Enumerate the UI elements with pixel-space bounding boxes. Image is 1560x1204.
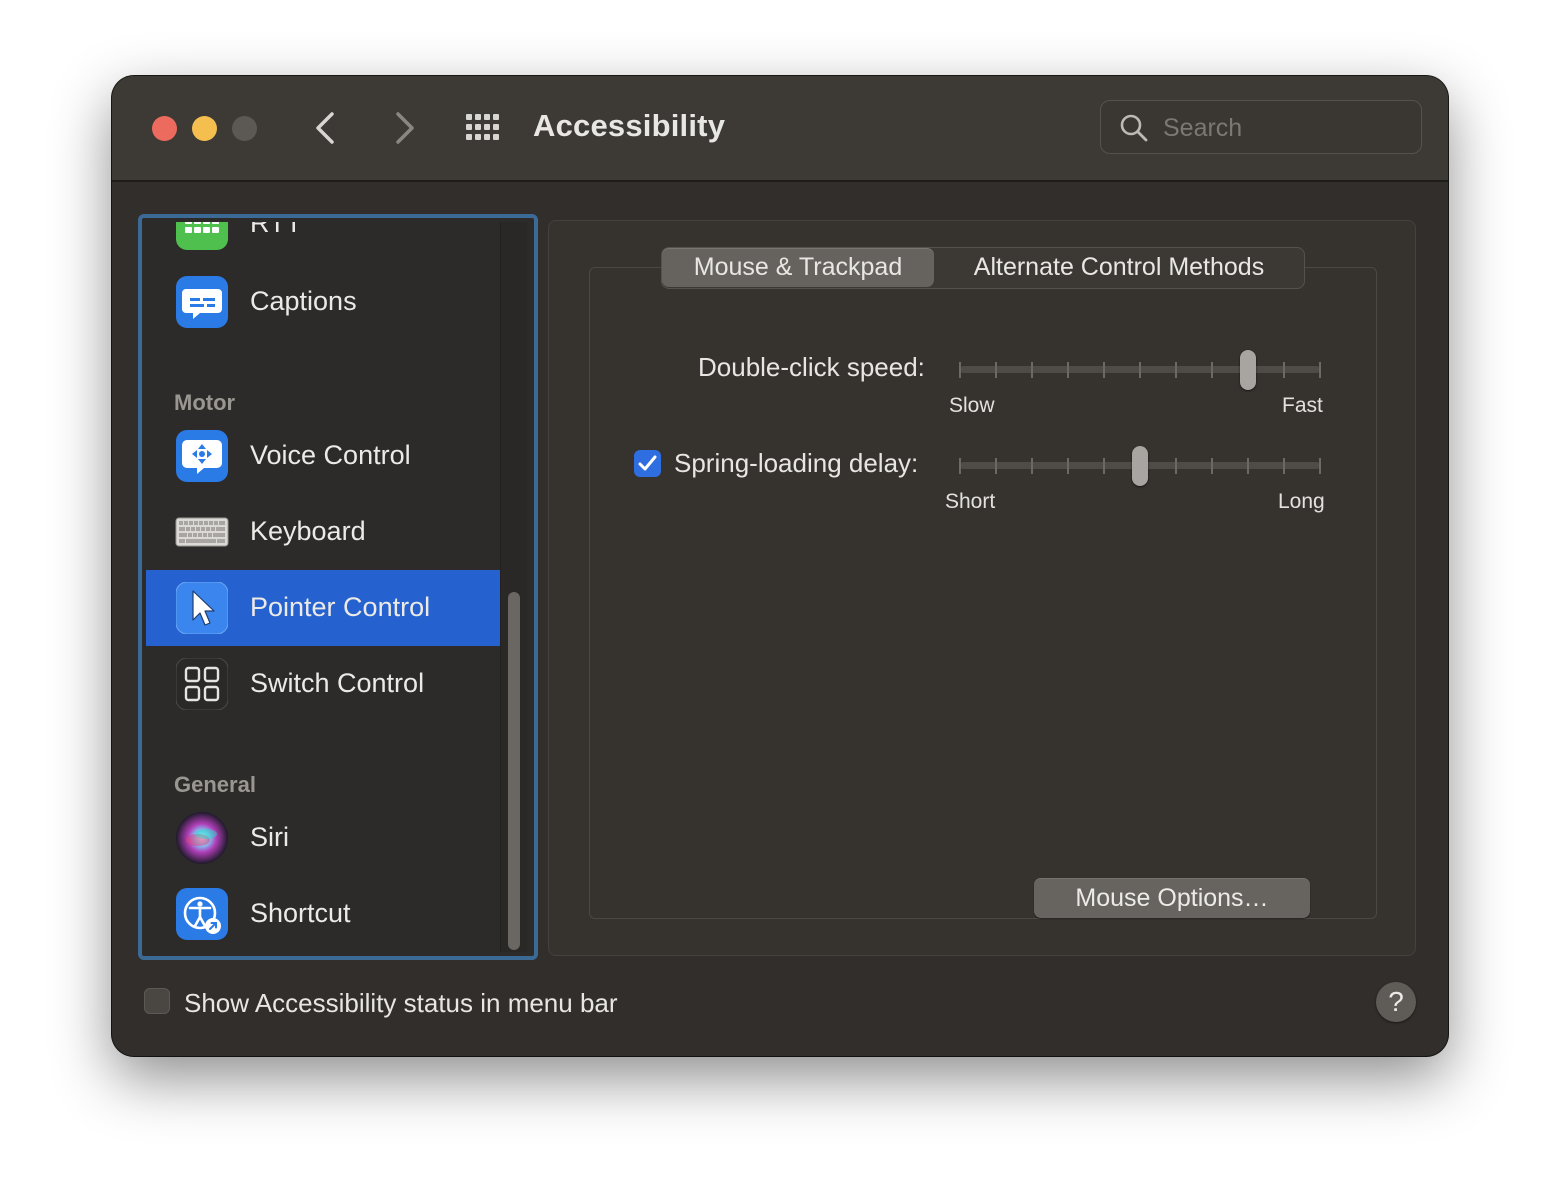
short-label: Short bbox=[945, 490, 996, 513]
grid-icon bbox=[466, 114, 499, 140]
sidebar-item-label: Keyboard bbox=[250, 516, 366, 546]
search-icon bbox=[1120, 114, 1148, 142]
title-bar: Accessibility Search bbox=[112, 76, 1448, 182]
sidebar-item-siri[interactable]: Siri bbox=[146, 800, 500, 876]
sidebar-item-label: Siri bbox=[250, 822, 289, 852]
section-header-motor: Motor bbox=[174, 390, 236, 415]
chevron-right-icon bbox=[396, 112, 414, 144]
slider-tick bbox=[1175, 458, 1177, 474]
slider-tick bbox=[1283, 362, 1285, 378]
rtt-icon bbox=[176, 222, 228, 250]
slider-tick bbox=[1319, 362, 1321, 378]
sidebar-item-rtt[interactable]: RTT bbox=[146, 222, 500, 262]
sidebar-item-keyboard[interactable]: Keyboard bbox=[146, 494, 500, 570]
sidebar-item-label: Captions bbox=[250, 286, 357, 316]
search-field[interactable]: Search bbox=[1100, 100, 1422, 154]
slider-tick bbox=[1247, 458, 1249, 474]
pointer-control-icon bbox=[176, 582, 228, 634]
close-button[interactable] bbox=[152, 116, 177, 141]
sidebar-item-label: Switch Control bbox=[250, 668, 425, 698]
sidebar-item-pointer-control[interactable]: Pointer Control bbox=[146, 570, 500, 646]
long-label: Long bbox=[1278, 490, 1325, 513]
slider-tick bbox=[1211, 362, 1213, 378]
slider-tick bbox=[995, 362, 997, 378]
slider-tick bbox=[1211, 458, 1213, 474]
double-click-speed-slider[interactable] bbox=[958, 350, 1324, 390]
slider-tick bbox=[959, 362, 961, 378]
window-title: Accessibility bbox=[533, 108, 726, 143]
slider-tick bbox=[995, 458, 997, 474]
tab-bar: Mouse & Trackpad Alternate Control Metho… bbox=[661, 247, 1305, 289]
help-button[interactable]: ? bbox=[1376, 982, 1416, 1022]
tab-content: Double-click speed: Slow Fast Spring-loa… bbox=[589, 267, 1377, 919]
shortcut-icon bbox=[176, 888, 228, 940]
show-all-button[interactable] bbox=[464, 112, 504, 144]
tab-alternate-control-methods[interactable]: Alternate Control Methods bbox=[934, 248, 1304, 287]
slider-tick bbox=[1031, 362, 1033, 378]
forward-button[interactable] bbox=[382, 106, 422, 150]
slider-tick bbox=[1319, 458, 1321, 474]
sidebar-item-shortcut[interactable]: Shortcut bbox=[146, 876, 500, 952]
switch-control-icon bbox=[176, 658, 228, 710]
status-in-menu-bar-label: Show Accessibility status in menu bar bbox=[184, 988, 618, 1018]
keyboard-icon bbox=[175, 517, 229, 547]
sidebar-item-label: RTT bbox=[250, 222, 302, 238]
captions-icon bbox=[176, 276, 228, 328]
slider-tick bbox=[1103, 458, 1105, 474]
sidebar-item-captions[interactable]: Captions bbox=[146, 264, 500, 340]
double-click-speed-label: Double-click speed: bbox=[698, 352, 925, 382]
preferences-window: Accessibility Search RTT Captions Motor … bbox=[112, 76, 1448, 1056]
slider-tick bbox=[1031, 458, 1033, 474]
slider-tick bbox=[959, 458, 961, 474]
spring-loading-delay-label: Spring-loading delay: bbox=[674, 448, 919, 478]
back-button[interactable] bbox=[308, 106, 348, 150]
fast-label: Fast bbox=[1282, 394, 1323, 417]
settings-panel: Double-click speed: Slow Fast Spring-loa… bbox=[548, 220, 1416, 956]
voice-control-icon bbox=[176, 430, 228, 482]
sidebar-item-label: Pointer Control bbox=[250, 592, 431, 622]
status-in-menu-bar-checkbox[interactable] bbox=[144, 988, 170, 1014]
sidebar-item-switch-control[interactable]: Switch Control bbox=[146, 646, 500, 722]
slider-tick bbox=[1139, 362, 1141, 378]
spring-loading-delay-slider[interactable] bbox=[958, 446, 1324, 486]
slider-tick bbox=[1283, 458, 1285, 474]
slider-tick bbox=[1067, 458, 1069, 474]
slider-tick bbox=[1175, 362, 1177, 378]
siri-icon bbox=[176, 812, 228, 864]
checkmark-icon bbox=[638, 455, 657, 471]
sidebar-item-voice-control[interactable]: Voice Control bbox=[146, 418, 500, 494]
chevron-left-icon bbox=[316, 112, 334, 144]
section-header-general: General bbox=[174, 772, 256, 797]
scrollbar-thumb[interactable] bbox=[508, 592, 520, 950]
slider-knob[interactable] bbox=[1132, 446, 1148, 486]
slow-label: Slow bbox=[949, 394, 995, 417]
tab-mouse-trackpad[interactable]: Mouse & Trackpad bbox=[662, 248, 934, 287]
slider-knob[interactable] bbox=[1240, 350, 1256, 390]
sidebar-list[interactable]: RTT Captions Motor Voice Control Keyboar… bbox=[138, 214, 538, 960]
zoom-button[interactable] bbox=[232, 116, 257, 141]
slider-tick bbox=[1103, 362, 1105, 378]
slider-tick bbox=[1067, 362, 1069, 378]
minimize-button[interactable] bbox=[192, 116, 217, 141]
search-placeholder: Search bbox=[1163, 114, 1243, 142]
sidebar-item-label: Voice Control bbox=[250, 440, 411, 470]
sidebar-scrollbar[interactable] bbox=[500, 222, 527, 952]
spring-loading-checkbox[interactable] bbox=[634, 450, 661, 477]
sidebar-item-label: Shortcut bbox=[250, 898, 351, 928]
mouse-options-button[interactable]: Mouse Options… bbox=[1034, 878, 1310, 918]
